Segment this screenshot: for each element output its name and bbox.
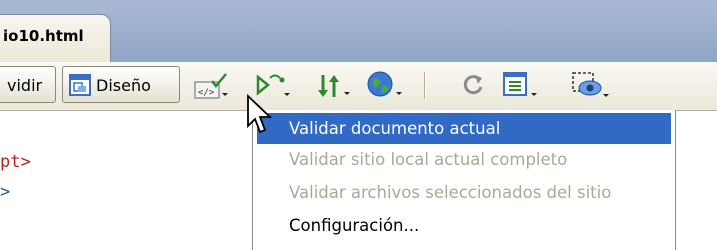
view-options-icon[interactable] [502,71,542,101]
menu-item-settings[interactable]: Configuración... [257,210,671,241]
menu-item-label: Validar archivos seleccionados del sitio [289,183,612,202]
refresh-icon[interactable] [462,73,486,97]
mouse-cursor-icon [247,94,273,134]
menu-item-validate-document[interactable]: Validar documento actual [257,113,671,144]
validate-dropdown-menu: Validar documento actual Validar sitio l… [252,110,676,250]
menu-item-label: Validar sitio local actual completo [289,150,568,169]
file-management-icon[interactable] [316,71,354,101]
code-line-text: > [0,182,11,202]
document-tab[interactable]: io10.html [0,14,111,63]
code-line: > [0,182,10,202]
design-view-button[interactable]: Diseño [62,66,180,103]
split-view-label: vidir [7,76,43,95]
code-line: pt> [0,152,31,172]
split-view-button[interactable]: vidir [0,66,56,103]
validate-markup-icon[interactable]: </> [194,72,232,100]
preview-browser-icon[interactable] [366,70,406,100]
visual-aids-icon[interactable] [570,70,614,102]
menu-item-validate-selected-files[interactable]: Validar archivos seleccionados del sitio [257,177,671,208]
toolbar-separator [424,72,426,99]
document-tab-bar: io10.html [0,0,717,63]
menu-item-validate-site[interactable]: Validar sitio local actual completo [257,144,671,175]
document-toolbar: vidir Diseño </> [0,62,717,111]
svg-text:</>: </> [198,88,215,98]
document-tab-label: io10.html [3,27,84,45]
design-view-icon [69,74,91,96]
design-view-label: Diseño [96,76,151,95]
menu-item-label: Configuración... [289,216,420,235]
menu-item-label: Validar documento actual [289,119,501,138]
code-line-text: pt> [0,152,31,172]
